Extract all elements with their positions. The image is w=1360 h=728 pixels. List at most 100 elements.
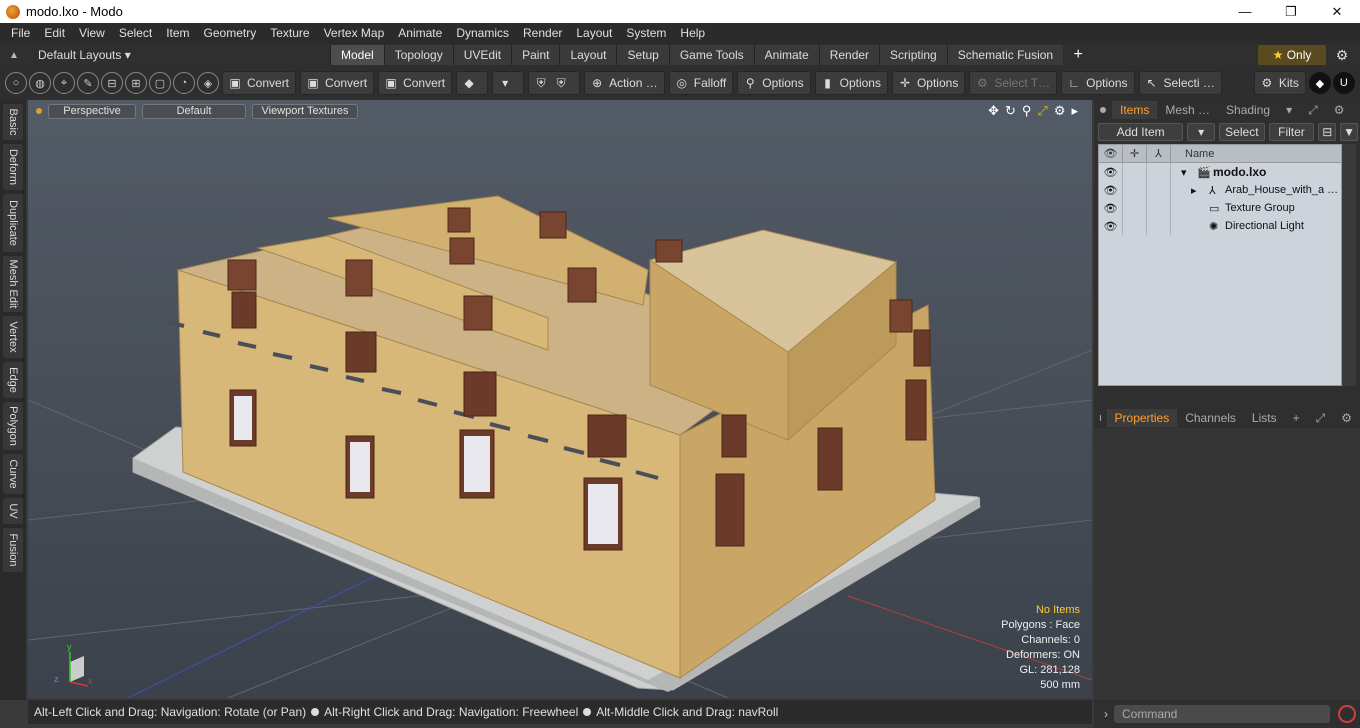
panel-settings-icon[interactable]: ⚙ <box>1333 409 1360 427</box>
add-item-dropdown-icon[interactable]: ▾ <box>1187 123 1216 141</box>
lefttab-vertex[interactable]: Vertex <box>3 316 23 358</box>
command-input[interactable]: Command <box>1114 705 1330 723</box>
options-button-1[interactable]: ⚲ Options <box>737 71 811 95</box>
close-button[interactable]: ✕ <box>1314 0 1360 23</box>
options-button-4[interactable]: ∟ Options <box>1061 71 1135 95</box>
lefttab-deform[interactable]: Deform <box>3 144 23 190</box>
maximize-button[interactable]: ❐ <box>1268 0 1314 23</box>
eye-icon[interactable]: 👁 <box>1099 181 1123 199</box>
vertex-mode-icon[interactable]: ○ <box>5 72 27 94</box>
panel-menu-dot[interactable] <box>1100 415 1101 421</box>
add-item-button[interactable]: Add Item <box>1098 123 1184 141</box>
viewport-arrow-icon[interactable]: ▸ <box>1071 103 1078 119</box>
polygon-icon[interactable]: ▢ <box>149 72 171 94</box>
menu-dynamics[interactable]: Dynamics <box>449 23 516 44</box>
tab-schematic-fusion[interactable]: Schematic Fusion <box>946 45 1064 65</box>
tab-model[interactable]: Model <box>330 45 384 65</box>
name-column-header[interactable]: Name <box>1171 148 1214 160</box>
brush-icon[interactable]: ✎ <box>77 72 99 94</box>
eye-icon[interactable]: 👁 <box>1099 217 1123 235</box>
tab-animate[interactable]: Animate <box>753 45 819 65</box>
panel-settings-icon[interactable]: ⚙ <box>1326 101 1353 119</box>
minimize-button[interactable]: — <box>1222 0 1268 23</box>
workplane-button[interactable]: ◆ <box>456 71 489 95</box>
lefttab-basic[interactable]: Basic <box>3 104 23 140</box>
pen-tool-icon[interactable]: ⌖ <box>53 72 75 94</box>
tab-paint[interactable]: Paint <box>511 45 560 65</box>
lefttab-curve[interactable]: Curve <box>3 454 23 494</box>
menu-vertex-map[interactable]: Vertex Map <box>317 23 392 44</box>
gear-icon[interactable]: ⚙ <box>1332 45 1352 65</box>
shading-dropdown[interactable]: Default <box>142 103 246 119</box>
convert-button-3[interactable]: ▣ Convert <box>378 71 453 95</box>
falloff-button[interactable]: ◎ Falloff <box>668 71 734 95</box>
3d-viewport[interactable]: y z x Perspective Default Viewport Textu… <box>28 100 1092 698</box>
tab-setup[interactable]: Setup <box>616 45 669 65</box>
menu-geometry[interactable]: Geometry <box>197 23 264 44</box>
menu-system[interactable]: System <box>619 23 673 44</box>
expand-arrow-icon[interactable]: ▾ <box>1181 166 1187 179</box>
convert-button-1[interactable]: ▣ Convert <box>222 71 297 95</box>
viewport-textures-dropdown[interactable]: Viewport Textures <box>252 103 358 119</box>
menu-layout[interactable]: Layout <box>569 23 619 44</box>
eye-icon[interactable]: 👁 <box>1099 163 1123 181</box>
collapse-icon[interactable]: ⊟ <box>1318 123 1337 141</box>
symmetry-button[interactable]: ⛨ ⛨ <box>528 71 581 95</box>
lefttab-polygon[interactable]: Polygon <box>3 402 23 450</box>
lefttab-fusion[interactable]: Fusion <box>3 528 23 572</box>
menu-select[interactable]: Select <box>112 23 159 44</box>
tab-uvedit[interactable]: UVEdit <box>452 45 512 65</box>
kits-button[interactable]: ⚙ Kits <box>1253 71 1306 95</box>
filter-button[interactable]: Filter <box>1268 123 1315 141</box>
zoom-icon[interactable]: ⚲ <box>1022 103 1032 119</box>
convert-button-2[interactable]: ▣ Convert <box>300 71 375 95</box>
visibility-column-icon[interactable]: 👁 <box>1099 144 1123 163</box>
workplane-dropdown[interactable]: ▾ <box>492 71 525 95</box>
eye-icon[interactable]: 👁 <box>1099 199 1123 217</box>
perspective-dropdown[interactable]: Perspective <box>48 103 136 119</box>
funnel-icon[interactable]: ▼ <box>1340 123 1359 141</box>
pan-icon[interactable]: ✥ <box>988 103 999 119</box>
lefttab-edge[interactable]: Edge <box>3 362 23 398</box>
tab-lists[interactable]: Lists <box>1244 409 1285 427</box>
select-through-button[interactable]: ⚙ Select T… <box>969 71 1058 95</box>
item-row-scene[interactable]: 👁 ▾ 🎬 modo.lxo <box>1099 163 1341 181</box>
menu-item[interactable]: Item <box>159 23 196 44</box>
grid-icon[interactable]: ⊞ <box>125 72 147 94</box>
rotate-icon[interactable]: ↻ <box>1005 103 1016 119</box>
item-row-directional-light[interactable]: 👁 ✺ Directional Light <box>1099 217 1341 235</box>
menu-animate[interactable]: Animate <box>391 23 449 44</box>
tab-topology[interactable]: Topology <box>383 45 453 65</box>
menu-help[interactable]: Help <box>673 23 712 44</box>
lefttab-uv[interactable]: UV <box>3 498 23 524</box>
options-button-3[interactable]: ✛ Options <box>891 71 966 95</box>
viewport-settings-icon[interactable]: ⚙ <box>1054 103 1066 119</box>
only-toggle[interactable]: ★ Only <box>1258 45 1326 65</box>
scene-render[interactable]: y z x <box>28 100 1092 698</box>
lock-column-icon[interactable]: ✛ <box>1123 144 1147 163</box>
tab-items[interactable]: Items <box>1112 101 1158 119</box>
menu-file[interactable]: File <box>4 23 37 44</box>
menu-render[interactable]: Render <box>516 23 569 44</box>
tab-scripting[interactable]: Scripting <box>879 45 947 65</box>
expand-arrow-icon[interactable]: ▸ <box>1191 184 1197 197</box>
tab-shading[interactable]: Shading <box>1218 101 1278 119</box>
menu-edit[interactable]: Edit <box>37 23 72 44</box>
type-column-icon[interactable]: ⅄ <box>1147 144 1171 163</box>
globe-icon[interactable]: ◍ <box>29 72 51 94</box>
panel-menu-dot[interactable] <box>1100 107 1106 113</box>
fit-icon[interactable]: ⤢ <box>1037 103 1047 119</box>
expand-panel-icon[interactable]: ⤢ <box>1300 101 1326 119</box>
action-center-button[interactable]: ⊕ Action … <box>584 71 665 95</box>
item-mode-icon[interactable]: ◈ <box>197 72 219 94</box>
stop-record-icon[interactable] <box>1338 705 1356 723</box>
collapse-arrow-icon[interactable]: ▲ <box>4 50 24 61</box>
tab-game-tools[interactable]: Game Tools <box>668 45 754 65</box>
selection-button[interactable]: ↖ Selecti … <box>1138 71 1222 95</box>
item-row-texture-group[interactable]: 👁 ▭ Texture Group <box>1099 199 1341 217</box>
material-icon[interactable]: ◔ <box>173 72 195 94</box>
options-button-2[interactable]: ▮ Options <box>814 71 888 95</box>
menu-view[interactable]: View <box>72 23 112 44</box>
add-tab-icon[interactable]: + <box>1285 409 1308 427</box>
tab-layout[interactable]: Layout <box>559 45 617 65</box>
